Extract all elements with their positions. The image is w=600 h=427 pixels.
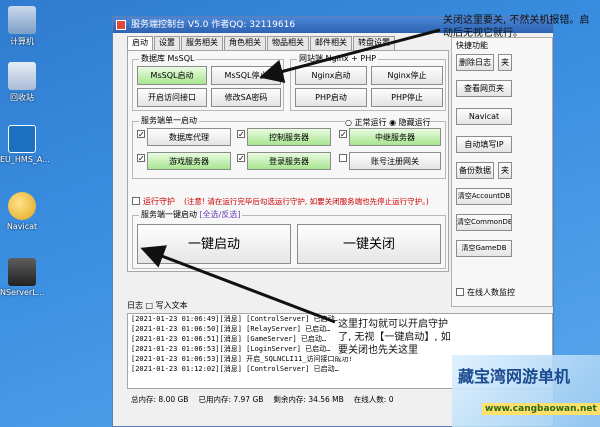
arrow-to-guard bbox=[140, 245, 336, 324]
watermark-logo: 藏宝湾网游单机 www.cangbaowan.net bbox=[452, 355, 600, 427]
watermark-url: www.cangbaowan.net bbox=[482, 403, 600, 415]
watermark-text: 藏宝湾网游单机 bbox=[458, 367, 571, 386]
arrow-to-mssql-stop bbox=[259, 28, 441, 84]
